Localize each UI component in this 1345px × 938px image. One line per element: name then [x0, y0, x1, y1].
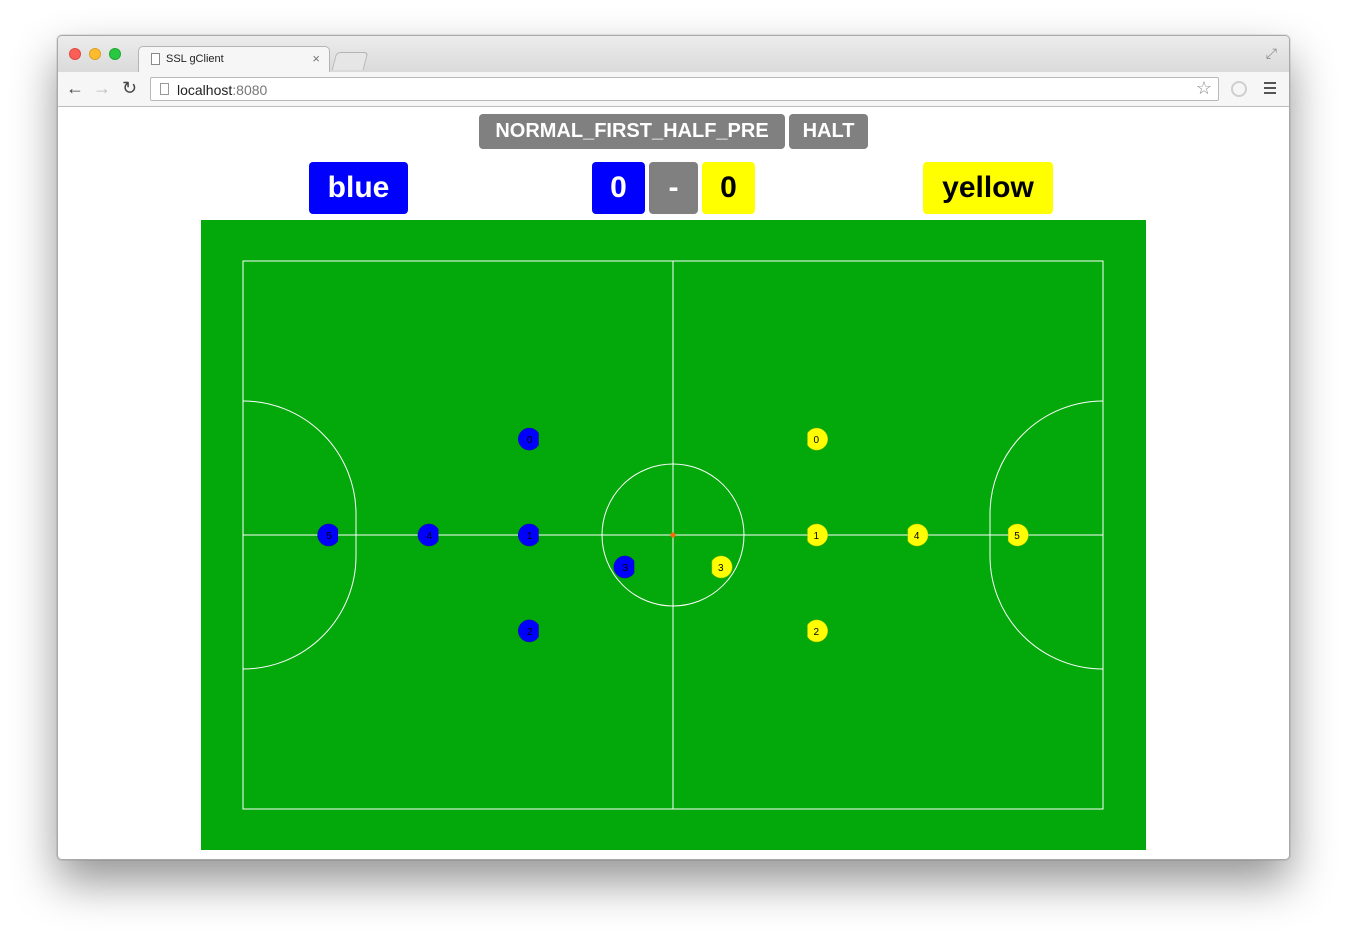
back-button[interactable]: ← [66, 79, 84, 97]
yellow-robot-3-label: 3 [718, 563, 724, 574]
zoom-window-button[interactable] [109, 48, 121, 60]
tab-title: SSL gClient [166, 53, 224, 65]
blue-robot-3-label: 3 [622, 563, 628, 574]
yellow-robot-5-label: 5 [1014, 531, 1020, 542]
yellow-robot-1-label: 1 [814, 531, 820, 542]
yellow-team-name: yellow [923, 162, 1053, 214]
score-separator: - [649, 162, 698, 214]
page-content: NORMAL_FIRST_HALF_PRE HALT blue 0 - 0 ye… [58, 107, 1289, 859]
game-stage-badge: NORMAL_FIRST_HALF_PRE [479, 114, 785, 149]
blue-robot-0-label: 0 [527, 435, 533, 446]
yellow-robot-0-label: 0 [814, 435, 820, 446]
url-text: localhost:8080 [177, 82, 267, 98]
address-bar[interactable]: localhost:8080 ☆ [150, 77, 1219, 101]
blue-robot-4-label: 4 [427, 531, 433, 542]
menu-icon[interactable] [1264, 82, 1276, 97]
page-icon [151, 53, 160, 65]
browser-toolbar: ← → ↻ localhost:8080 ☆ [58, 72, 1289, 107]
bookmark-star-icon[interactable]: ☆ [1196, 78, 1212, 99]
browser-window: SSL gClient × ⤢ ← → ↻ localhost:8080 ☆ N… [57, 35, 1290, 860]
soccer-field: 0 1 2 3 4 5 0 1 2 3 4 5 [201, 220, 1146, 850]
reload-button[interactable]: ↻ [122, 79, 137, 97]
close-window-button[interactable] [69, 48, 81, 60]
yellow-robot-2-label: 2 [814, 627, 820, 638]
blue-team-name: blue [309, 162, 408, 214]
blue-score: 0 [592, 162, 645, 214]
blue-robot-2-label: 2 [527, 627, 533, 638]
minimize-window-button[interactable] [89, 48, 101, 60]
extension-icon[interactable] [1231, 81, 1247, 97]
blue-robot-1-label: 1 [527, 531, 533, 542]
url-host: localhost [177, 82, 233, 98]
yellow-robot-4-label: 4 [914, 531, 920, 542]
forward-button[interactable]: → [93, 79, 111, 97]
blue-robot-5-label: 5 [326, 531, 332, 542]
fullscreen-icon[interactable]: ⤢ [1266, 45, 1277, 62]
new-tab-button[interactable] [331, 52, 369, 70]
page-icon [160, 83, 169, 95]
url-port: :8080 [232, 82, 268, 98]
browser-tab[interactable]: SSL gClient × [138, 46, 330, 72]
referee-command-badge: HALT [789, 114, 868, 149]
ball [670, 532, 676, 538]
title-bar: SSL gClient × ⤢ [58, 36, 1289, 72]
yellow-score: 0 [702, 162, 755, 214]
close-tab-icon[interactable]: × [312, 51, 320, 66]
